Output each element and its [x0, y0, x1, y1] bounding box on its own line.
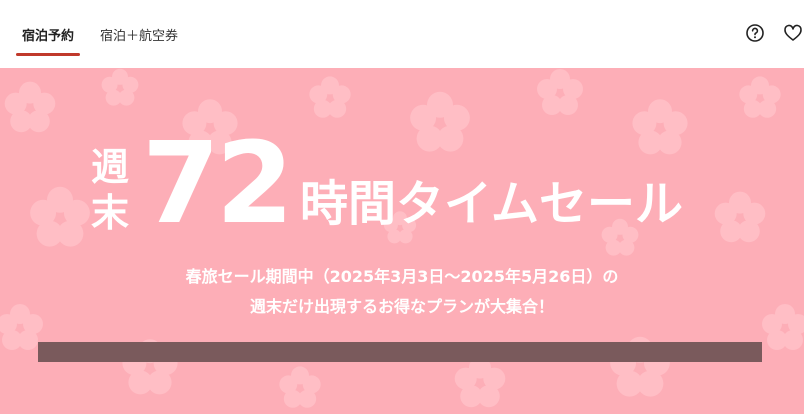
- tab-list: 宿泊予約 宿泊＋航空券: [14, 0, 196, 68]
- promo-bar: [38, 342, 762, 362]
- header-actions: [744, 22, 804, 44]
- sale-description: 春旅セール期間中（2025年3月3日～2025年5月26日）の 週末だけ出現する…: [0, 262, 804, 322]
- sale-title: 時間タイムセール: [300, 176, 684, 232]
- tab-hotel-reservation[interactable]: 宿泊予約: [14, 0, 82, 68]
- sale-headline: 週 末 72 時間タイムセール: [82, 124, 762, 248]
- tab-label: 宿泊＋航空券: [100, 28, 179, 44]
- help-button[interactable]: [744, 22, 766, 44]
- favorite-button[interactable]: [782, 22, 804, 44]
- tab-hotel-plus-flight[interactable]: 宿泊＋航空券: [92, 0, 186, 68]
- heart-icon: [784, 24, 802, 41]
- top-nav: 宿泊予約 宿泊＋航空券: [0, 0, 804, 68]
- sale-banner[interactable]: 週 末 72 時間タイムセール 春旅セール期間中（2025年3月3日～2025年…: [0, 68, 804, 414]
- sale-period-text: 春旅セール期間中（2025年3月3日～2025年5月26日）の: [185, 267, 619, 286]
- hours-number: 72: [142, 119, 294, 249]
- weekend-label: 週 末: [90, 145, 129, 235]
- tab-label: 宿泊予約: [22, 28, 75, 44]
- help-circle-icon: [746, 24, 764, 42]
- sale-tagline: 週末だけ出現するお得なプランが大集合！: [249, 297, 554, 316]
